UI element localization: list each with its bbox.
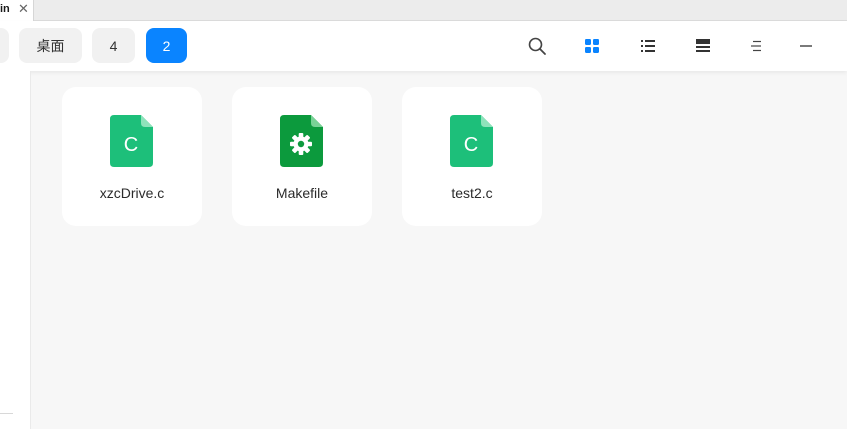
sidebar [0, 71, 31, 429]
grid-view-icon[interactable] [580, 34, 604, 58]
file-name: Makefile [275, 185, 329, 201]
file-item[interactable]: C test2.c [402, 87, 542, 226]
c-file-glyph: C [464, 134, 478, 156]
file-item[interactable]: Makefile [232, 87, 372, 226]
breadcrumb-item-2-active[interactable]: 2 [146, 28, 187, 63]
sidebar-divider [0, 413, 13, 414]
tab-current[interactable]: in ✕ [0, 0, 34, 21]
file-name: xzcDrive.c [99, 185, 165, 201]
tab-strip: in ✕ [0, 0, 847, 21]
file-item[interactable]: C xzcDrive.c [62, 87, 202, 226]
breadcrumb-item-previous[interactable] [0, 28, 9, 63]
minimize-icon[interactable] [794, 34, 818, 58]
breadcrumb-item-desktop[interactable]: 桌面 [19, 28, 82, 63]
list-view-icon[interactable] [636, 34, 660, 58]
c-file-icon: C [110, 115, 153, 167]
search-icon[interactable] [525, 34, 549, 58]
breadcrumb-item-4[interactable]: 4 [92, 28, 135, 63]
toolbar: 桌面 4 2 [0, 21, 847, 71]
makefile-icon [280, 115, 323, 167]
c-file-glyph: C [124, 134, 138, 156]
menu-icon[interactable] [744, 34, 768, 58]
tab-label: in [0, 3, 10, 15]
c-file-icon: C [450, 115, 493, 167]
tree-view-icon[interactable] [691, 34, 715, 58]
tab-close-icon[interactable]: ✕ [18, 1, 29, 17]
file-name: test2.c [451, 185, 493, 201]
